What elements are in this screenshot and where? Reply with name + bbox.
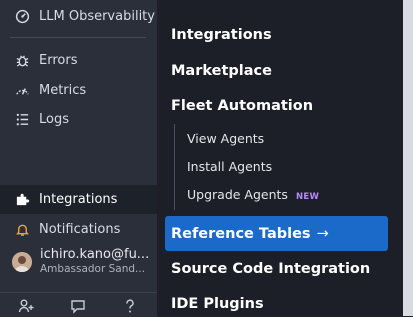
sidebar: LLM Observability Errors Metrics Logs In… [0, 0, 157, 317]
avatar [12, 252, 32, 272]
menu-item-marketplace[interactable]: Marketplace [171, 63, 272, 79]
gauge-icon [14, 8, 30, 24]
menu-item-label: Reference Tables [171, 225, 311, 242]
menu-item-label: Upgrade Agents [187, 187, 288, 202]
bug-icon [14, 52, 30, 68]
menu-item-source-code-integration[interactable]: Source Code Integration [171, 261, 370, 277]
sidebar-item-llm-observability[interactable]: LLM Observability [0, 2, 157, 30]
user-org: Ambassador Sand... [40, 263, 146, 275]
puzzle-icon [14, 192, 30, 208]
help-icon[interactable] [121, 297, 139, 315]
sidebar-bottom-bar [0, 292, 157, 317]
menu-item-upgrade-agents[interactable]: Upgrade Agents NEW [187, 187, 319, 202]
user-menu[interactable]: ichiro.kano@fu... Ambassador Sand... [0, 246, 157, 282]
sidebar-item-metrics[interactable]: Metrics [0, 76, 157, 104]
sidebar-item-errors[interactable]: Errors [0, 46, 157, 74]
integrations-flyout-menu: Integrations Marketplace Fleet Automatio… [157, 0, 403, 316]
menu-item-integrations[interactable]: Integrations [171, 27, 272, 43]
sidebar-divider [10, 37, 146, 38]
submenu-guide-line [174, 124, 175, 210]
menu-item-ide-plugins[interactable]: IDE Plugins [171, 296, 264, 312]
chat-icon[interactable] [69, 297, 87, 315]
menu-item-fleet-automation[interactable]: Fleet Automation [171, 98, 313, 114]
sidebar-item-label: Integrations [39, 192, 118, 207]
sidebar-item-label: Logs [39, 111, 69, 127]
sidebar-item-integrations[interactable]: Integrations [0, 185, 157, 214]
bell-icon [14, 221, 30, 237]
new-badge: NEW [295, 192, 320, 202]
user-name: ichiro.kano@fu... [40, 247, 150, 262]
menu-item-install-agents[interactable]: Install Agents [187, 159, 272, 174]
background-content-edge [403, 0, 413, 316]
sidebar-item-label: Metrics [39, 82, 87, 98]
menu-item-view-agents[interactable]: View Agents [187, 131, 264, 146]
sidebar-item-notifications[interactable]: Notifications [0, 215, 157, 243]
add-user-icon[interactable] [17, 297, 35, 315]
pulse-icon [14, 82, 30, 98]
sidebar-item-label: Errors [39, 52, 78, 68]
sidebar-item-logs[interactable]: Logs [0, 105, 157, 133]
logs-icon [14, 111, 30, 127]
sidebar-item-label: Notifications [39, 221, 121, 237]
menu-item-reference-tables[interactable]: Reference Tables → [165, 216, 388, 251]
sidebar-item-label: LLM Observability [39, 8, 155, 24]
arrow-right-icon: → [316, 225, 329, 242]
